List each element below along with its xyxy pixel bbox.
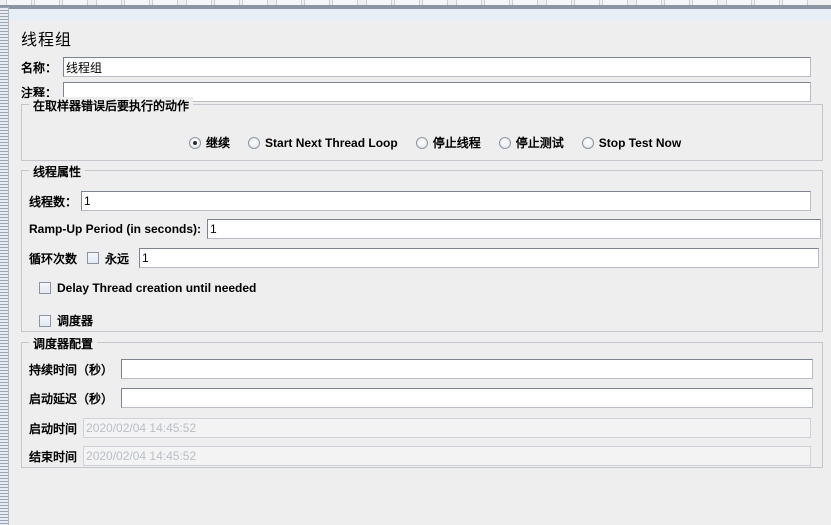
on-sampler-error-title: 在取样器错误后要执行的动作 <box>29 97 194 114</box>
start-time-row: 启动时间 <box>29 418 812 438</box>
loop-forever-label: 永远 <box>105 251 130 266</box>
thread-properties-title: 线程属性 <box>29 163 86 180</box>
radio-start-next-thread-loop[interactable]: Start Next Thread Loop <box>248 136 398 150</box>
loop-count-input[interactable] <box>139 248 820 268</box>
start-time-input[interactable] <box>83 418 812 438</box>
loop-forever-checkbox[interactable]: 永远 <box>87 250 129 267</box>
duration-label: 持续时间（秒） <box>29 362 114 377</box>
duration-row: 持续时间（秒） <box>29 359 814 379</box>
radio-continue[interactable]: 继续 <box>189 134 230 151</box>
thread-group-panel: 线程组 名称： 注释： 在取样器错误后要执行的动作 继续 Start Next … <box>9 7 831 525</box>
page-title: 线程组 <box>21 32 73 49</box>
end-time-label: 结束时间 <box>29 449 78 464</box>
scheduler-configuration-title: 调度器配置 <box>29 335 98 352</box>
loop-count-label: 循环次数 <box>29 251 78 266</box>
delay-thread-creation-checkbox[interactable]: Delay Thread creation until needed <box>39 281 256 295</box>
startup-delay-label: 启动延迟（秒） <box>29 391 114 406</box>
start-time-label: 启动时间 <box>29 421 78 436</box>
radio-dot-icon <box>581 136 594 149</box>
radio-label: 停止线程 <box>432 136 481 150</box>
radio-label: 继续 <box>206 136 231 150</box>
radio-label: Stop Test Now <box>598 135 682 150</box>
checkbox-icon <box>87 252 100 264</box>
ramp-up-label: Ramp-Up Period (in seconds): <box>29 222 202 236</box>
panel-top-highlight <box>9 9 831 20</box>
name-row: 名称： <box>21 57 823 77</box>
loop-count-row: 循环次数 永远 <box>29 248 820 268</box>
checkbox-icon <box>39 282 51 294</box>
radio-label: Start Next Thread Loop <box>265 135 398 150</box>
radio-dot-icon <box>415 136 428 149</box>
checkbox-icon <box>39 314 51 327</box>
startup-delay-input[interactable] <box>121 388 814 408</box>
toolbar-strip <box>0 0 831 7</box>
num-threads-label: 线程数： <box>29 194 78 209</box>
num-threads-input[interactable] <box>81 191 812 211</box>
radio-dot-icon <box>189 136 201 149</box>
radio-stop-test[interactable]: 停止测试 <box>498 134 564 151</box>
radio-stop-test-now[interactable]: Stop Test Now <box>581 135 682 150</box>
on-sampler-error-group: 在取样器错误后要执行的动作 <box>21 97 823 161</box>
name-input[interactable] <box>63 57 812 77</box>
ramp-up-input[interactable] <box>207 219 822 239</box>
duration-input[interactable] <box>121 359 814 379</box>
delay-thread-creation-label: Delay Thread creation until needed <box>57 281 257 295</box>
startup-delay-row: 启动延迟（秒） <box>29 388 814 408</box>
scheduler-toggle-label: 调度器 <box>57 314 94 328</box>
num-threads-row: 线程数： <box>29 191 812 211</box>
ramp-up-row: Ramp-Up Period (in seconds): <box>29 219 822 239</box>
end-time-input[interactable] <box>83 446 812 466</box>
on-sampler-error-radios: 继续 Start Next Thread Loop 停止线程 停止测试 Stop… <box>189 134 681 151</box>
scheduler-toggle-checkbox[interactable]: 调度器 <box>39 312 93 329</box>
radio-dot-icon <box>498 136 511 149</box>
name-label: 名称： <box>21 60 58 75</box>
jmeter-thread-group-editor: 线程组 名称： 注释： 在取样器错误后要执行的动作 继续 Start Next … <box>0 0 831 525</box>
tree-splitter-handle[interactable] <box>0 7 9 525</box>
radio-stop-thread[interactable]: 停止线程 <box>415 134 481 151</box>
radio-dot-icon <box>248 136 261 149</box>
radio-label: 停止测试 <box>515 136 564 150</box>
end-time-row: 结束时间 <box>29 446 812 466</box>
